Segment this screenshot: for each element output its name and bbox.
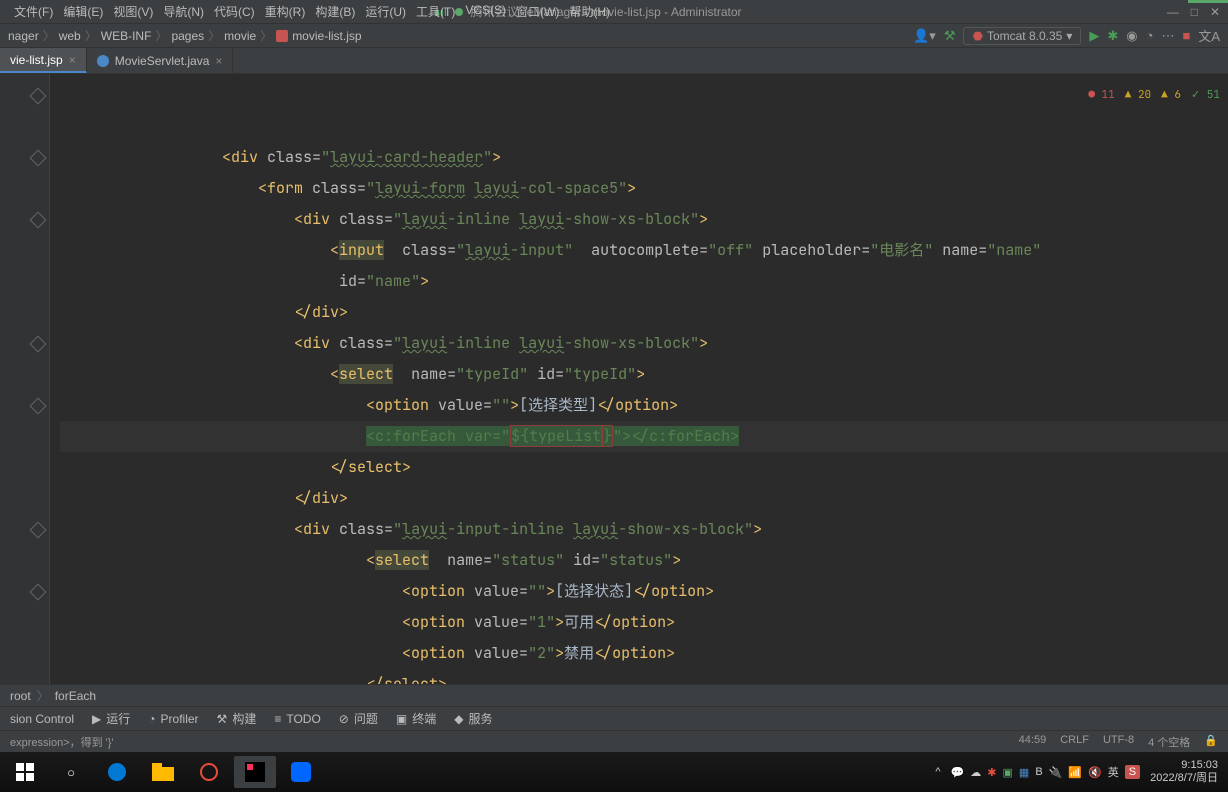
structure-breadcrumb: root 〉 forEach [0, 684, 1228, 706]
ime-indicator[interactable]: S [1125, 765, 1140, 779]
tray-icon[interactable]: ▦ [1019, 766, 1029, 779]
menu-vcs[interactable]: VCS(S) [465, 3, 506, 20]
start-button[interactable] [4, 756, 46, 788]
breadcrumb-item[interactable]: nager [8, 29, 39, 43]
menu-view[interactable]: 视图(V) [113, 3, 153, 20]
tray-icon[interactable]: ▣ [1003, 766, 1013, 779]
menu-file[interactable]: 文件(F) [14, 3, 53, 20]
indent-setting[interactable]: 4 个空格 [1148, 734, 1190, 750]
wifi-icon[interactable]: 📶 [1068, 766, 1082, 779]
line-separator[interactable]: CRLF [1060, 734, 1089, 750]
caret-position[interactable]: 44:59 [1019, 734, 1047, 750]
run-button[interactable]: ▶ [1089, 28, 1099, 44]
tool-build[interactable]: ⚒ 构建 [217, 710, 257, 727]
intellij-icon[interactable] [234, 756, 276, 788]
stop-button[interactable]: ■ [1182, 28, 1190, 43]
statusbar: expression>，得到 '}' 44:59 CRLF UTF-8 4 个空… [0, 730, 1228, 752]
breadcrumb-item[interactable]: web [59, 29, 81, 43]
menu-build[interactable]: 构建(B) [315, 3, 355, 20]
explorer-icon[interactable] [142, 756, 184, 788]
tool-todo[interactable]: ≡ TODO [274, 712, 320, 726]
tray-icon[interactable]: ☁ [970, 766, 981, 779]
add-config-button[interactable]: 👤▾ [913, 28, 936, 44]
debug-button[interactable]: ✱ [1107, 28, 1118, 44]
app-icon-2[interactable] [280, 756, 322, 788]
minimize-icon[interactable]: — [1167, 5, 1179, 19]
inspection-widget[interactable]: ● 11 ▲ 20 ▲ 6 ✓ 51 [1088, 80, 1220, 111]
status-message: expression>，得到 '}' [10, 734, 114, 750]
translate-icon[interactable]: 文A [1198, 26, 1220, 45]
tool-problems[interactable]: ⊘ 问题 [339, 710, 378, 727]
run-config-selector[interactable]: ⬣ Tomcat 8.0.35 ▾ [963, 27, 1081, 45]
menu-edit[interactable]: 编辑(E) [63, 3, 103, 20]
tray-icon[interactable]: 💬 [951, 766, 965, 779]
tray-icon[interactable]: 🔌 [1049, 766, 1063, 779]
structure-leaf[interactable]: forEach [55, 689, 96, 703]
profile-button[interactable]: ◔ [1146, 28, 1154, 43]
jsp-file-icon [276, 30, 288, 42]
breadcrumb-item[interactable]: WEB-INF [101, 29, 152, 43]
tray-icon[interactable]: ✱ [987, 766, 996, 779]
attach-button[interactable]: ⋯ [1161, 28, 1174, 44]
tool-services[interactable]: ◆ 服务 [454, 710, 492, 727]
windows-taskbar: ○ ^ 💬 ☁ ✱ ▣ ▦ B 🔌 📶 🔇 英 S 9:15:03 2022/8… [0, 752, 1228, 792]
menubar: 文件(F) 编辑(E) 视图(V) 导航(N) 代码(C) 重构(R) 构建(B… [8, 3, 616, 20]
tool-window-bar: sion Control ▶ 运行 ◔ Profiler ⚒ 构建 ≡ TODO… [0, 706, 1228, 730]
breadcrumb-item[interactable]: movie-list.jsp [292, 29, 361, 43]
ime-lang[interactable]: 英 [1108, 764, 1119, 780]
tab-movie-servlet-java[interactable]: MovieServlet.java × [87, 48, 234, 73]
menu-tools[interactable]: 工具(T) [416, 3, 455, 20]
edge-icon[interactable] [96, 756, 138, 788]
maximize-icon[interactable]: □ [1191, 5, 1198, 19]
menu-help[interactable]: 帮助(H) [569, 3, 610, 20]
lock-icon[interactable]: 🔒 [1204, 734, 1218, 750]
app-icon-1[interactable] [188, 756, 230, 788]
navigation-bar: nager〉 web〉 WEB-INF〉 pages〉 movie〉 movie… [0, 24, 1228, 48]
system-tray[interactable]: 💬 ☁ ✱ ▣ ▦ B 🔌 📶 🔇 英 S [951, 764, 1141, 780]
coverage-button[interactable]: ◉ [1126, 28, 1137, 44]
editor-tabs: vie-list.jsp × MovieServlet.java × [0, 48, 1228, 74]
file-encoding[interactable]: UTF-8 [1103, 734, 1134, 750]
volume-icon[interactable]: 🔇 [1088, 766, 1102, 779]
java-file-icon [97, 55, 109, 67]
clock[interactable]: 9:15:03 2022/8/7/周日 [1150, 759, 1218, 785]
menu-refactor[interactable]: 重构(R) [265, 3, 306, 20]
search-button[interactable]: ○ [50, 756, 92, 788]
close-icon[interactable]: ✕ [1210, 5, 1220, 19]
tab-close-icon[interactable]: × [69, 53, 76, 67]
breadcrumb-item[interactable]: pages [171, 29, 204, 43]
tool-profiler[interactable]: ◔ Profiler [148, 712, 198, 726]
titlebar: 文件(F) 编辑(E) 视图(V) 导航(N) 代码(C) 重构(R) 构建(B… [0, 0, 1228, 24]
breadcrumb-item[interactable]: movie [224, 29, 256, 43]
structure-root[interactable]: root [10, 689, 31, 703]
hammer-icon[interactable]: ⚒ [944, 28, 956, 44]
editor[interactable]: ● 11 ▲ 20 ▲ 6 ✓ 51 <div class="layui-car… [0, 74, 1228, 684]
menu-window[interactable]: 窗口(W) [516, 3, 559, 20]
menu-navigate[interactable]: 导航(N) [163, 3, 204, 20]
gutter[interactable] [0, 74, 50, 684]
tool-terminal[interactable]: ▣ 终端 [396, 710, 436, 727]
menu-run[interactable]: 运行(U) [365, 3, 406, 20]
tab-movie-list-jsp[interactable]: vie-list.jsp × [0, 48, 87, 73]
tool-version-control[interactable]: sion Control [10, 712, 74, 726]
menu-code[interactable]: 代码(C) [214, 3, 255, 20]
tab-close-icon[interactable]: × [215, 54, 222, 68]
code-content[interactable]: ● 11 ▲ 20 ▲ 6 ✓ 51 <div class="layui-car… [50, 74, 1228, 684]
tool-run[interactable]: ▶ 运行 [92, 710, 130, 727]
